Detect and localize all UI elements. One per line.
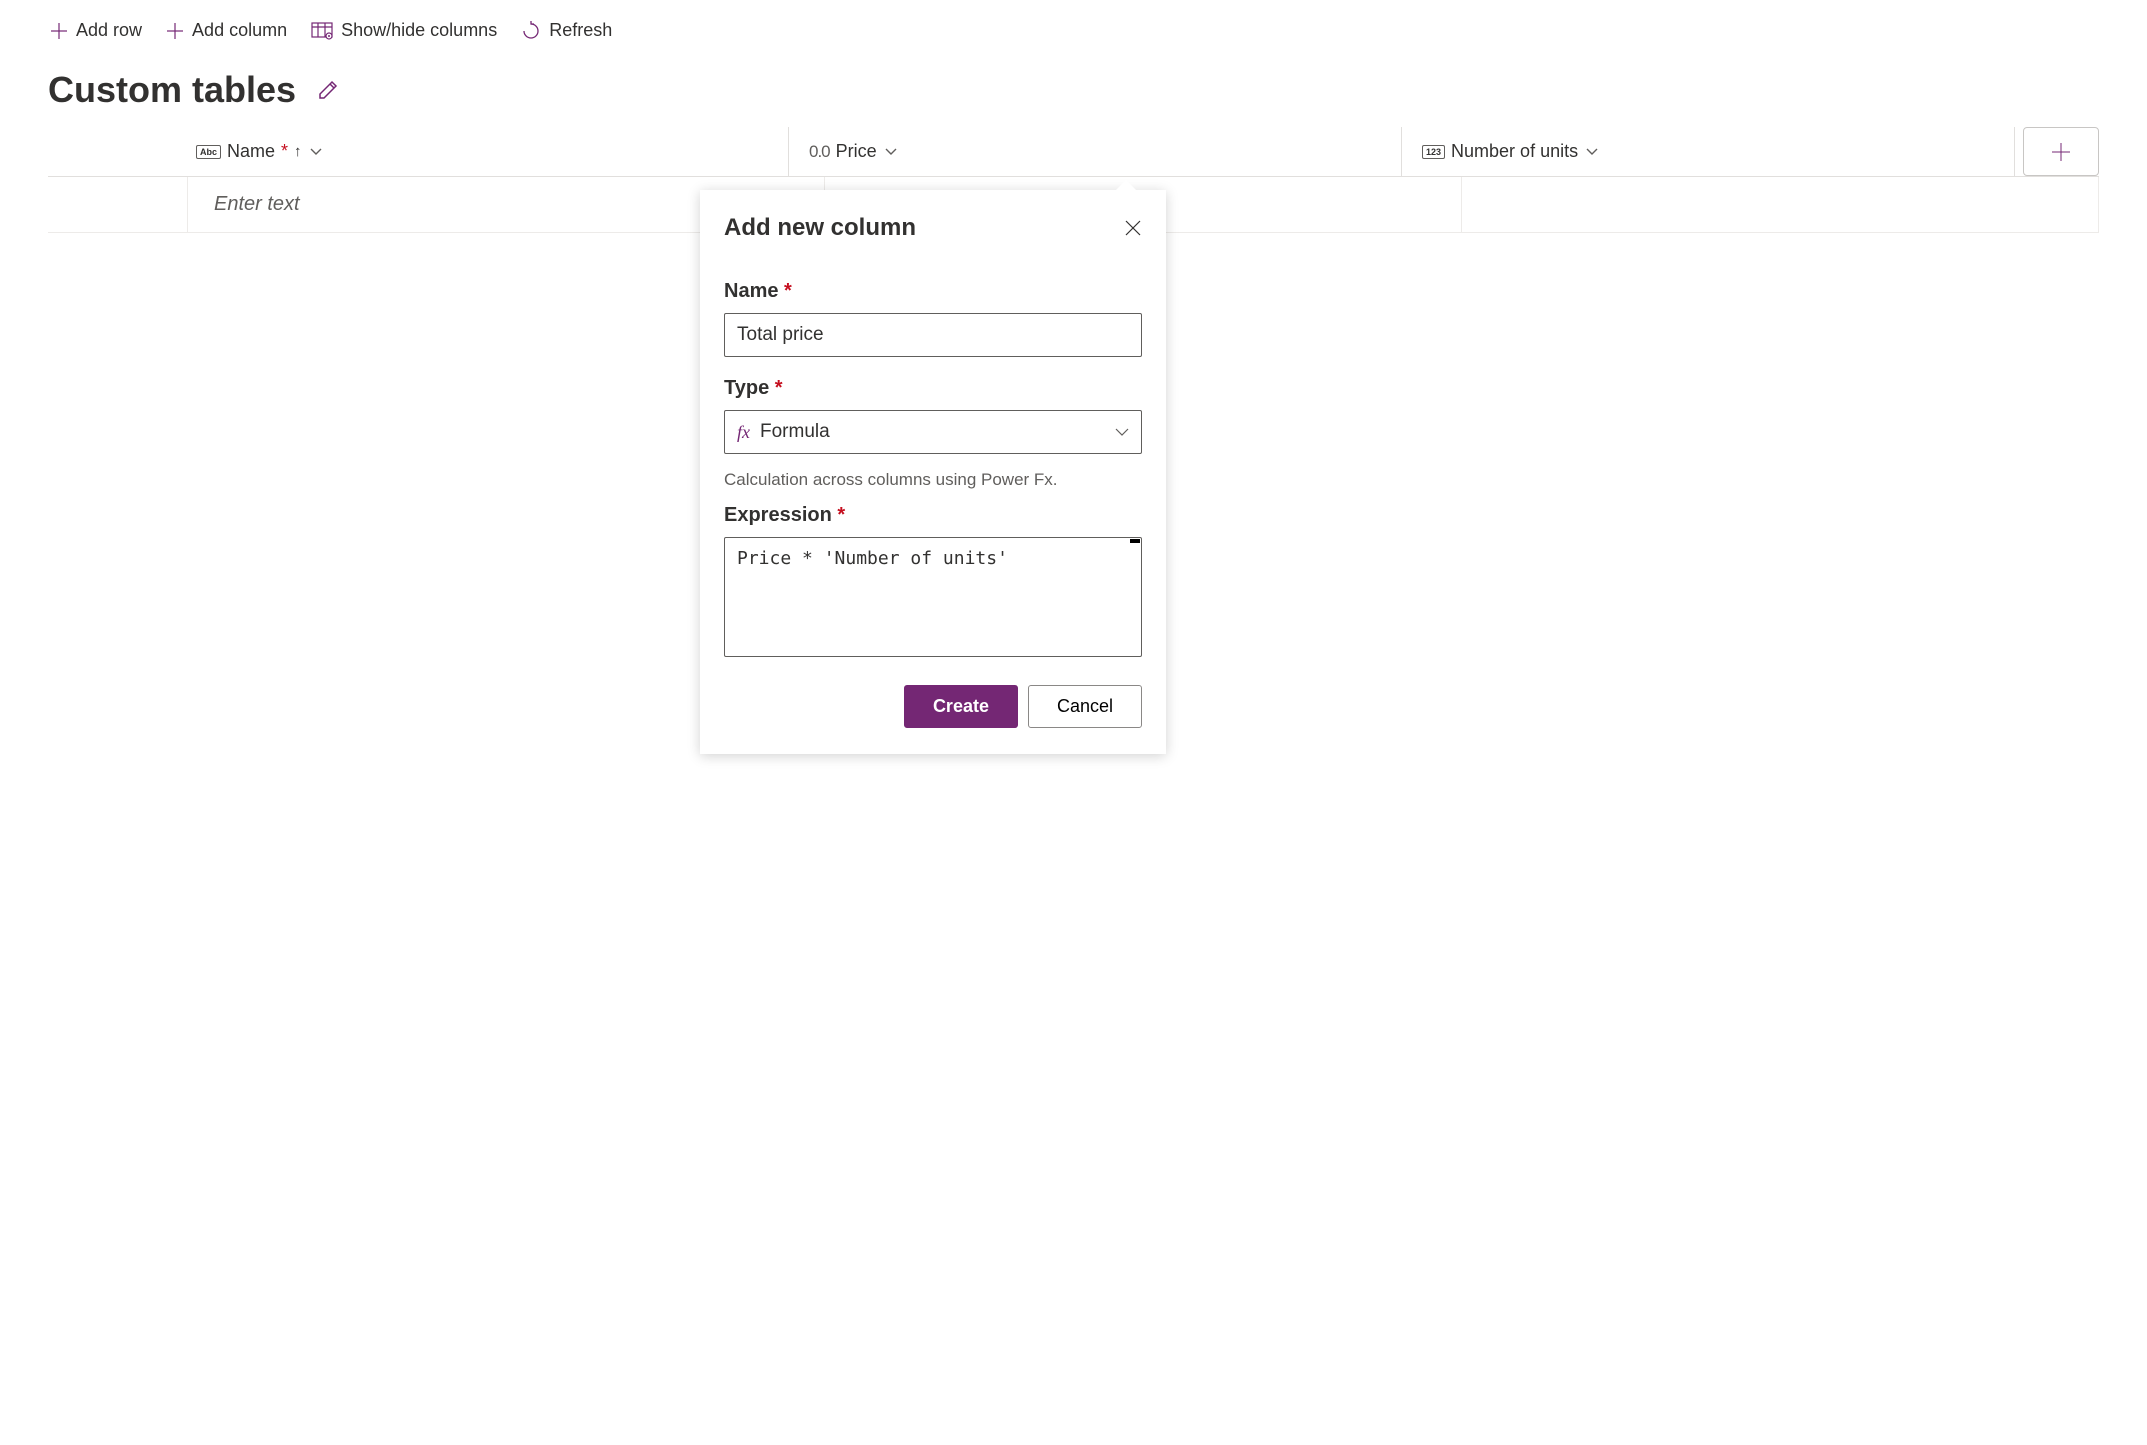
chevron-down-icon[interactable]: [885, 148, 897, 156]
cell-units[interactable]: [1462, 177, 2099, 232]
toolbar: Add row Add column Show/hide columns: [48, 16, 2099, 45]
required-asterisk: *: [837, 504, 845, 526]
column-header-price[interactable]: 0.0 Price: [789, 127, 1402, 176]
expression-label: Expression *: [724, 504, 1142, 527]
name-label: Name *: [724, 280, 1142, 303]
decimal-type-icon: 0.0: [809, 142, 830, 162]
required-asterisk: *: [784, 280, 792, 302]
text-type-icon: Abc: [196, 145, 221, 159]
refresh-button[interactable]: Refresh: [519, 16, 614, 45]
refresh-label: Refresh: [549, 20, 612, 41]
table-header: Abc Name * ↑ 0.0 Price 123 Number of uni…: [48, 127, 2099, 177]
close-button[interactable]: [1124, 219, 1142, 237]
required-asterisk: *: [281, 141, 288, 162]
column-units-label: Number of units: [1451, 141, 1578, 162]
chevron-down-icon[interactable]: [310, 148, 322, 156]
plus-icon: [50, 22, 68, 40]
name-placeholder: Enter text: [214, 193, 300, 216]
expression-input[interactable]: Price * 'Number of units': [724, 537, 1142, 657]
add-column-flyout: Add new column Name * Type * fx For: [700, 190, 1166, 754]
column-price-label: Price: [836, 141, 877, 162]
add-column-button[interactable]: Add column: [164, 16, 289, 45]
refresh-icon: [521, 21, 541, 41]
sort-asc-icon: ↑: [294, 143, 302, 160]
name-input[interactable]: [724, 313, 1142, 357]
show-hide-label: Show/hide columns: [341, 20, 497, 41]
add-column-label: Add column: [192, 20, 287, 41]
close-icon: [1124, 219, 1142, 237]
title-row: Custom tables: [48, 69, 2099, 111]
add-row-label: Add row: [76, 20, 142, 41]
type-helper-text: Calculation across columns using Power F…: [724, 470, 1142, 490]
chevron-down-icon: [1115, 428, 1129, 437]
create-button[interactable]: Create: [904, 685, 1018, 728]
show-hide-columns-button[interactable]: Show/hide columns: [309, 16, 499, 45]
type-select[interactable]: fx Formula: [724, 410, 1142, 454]
flyout-actions: Create Cancel: [724, 685, 1142, 728]
cancel-button[interactable]: Cancel: [1028, 685, 1142, 728]
column-header-name[interactable]: Abc Name * ↑: [188, 127, 789, 176]
columns-icon: [311, 22, 333, 40]
pencil-icon[interactable]: [316, 78, 340, 102]
add-row-button[interactable]: Add row: [48, 16, 144, 45]
number-type-icon: 123: [1422, 145, 1445, 159]
chevron-down-icon[interactable]: [1586, 148, 1598, 156]
flyout-header: Add new column: [724, 214, 1142, 242]
expression-field: Expression * Price * 'Number of units': [724, 504, 1142, 657]
flyout-title: Add new column: [724, 214, 916, 242]
row-handle[interactable]: [48, 177, 188, 232]
type-field: Type * fx Formula: [724, 377, 1142, 454]
plus-icon: [2050, 141, 2072, 163]
name-field: Name *: [724, 280, 1142, 357]
fx-icon: fx: [737, 422, 750, 443]
plus-icon: [166, 22, 184, 40]
column-header-units[interactable]: 123 Number of units: [1402, 127, 2015, 176]
row-handle-header: [48, 127, 188, 176]
scrollbar-handle[interactable]: [1130, 539, 1140, 543]
type-value: Formula: [760, 421, 830, 443]
page-title: Custom tables: [48, 69, 296, 111]
add-column-plus-button[interactable]: [2023, 127, 2099, 176]
column-name-label: Name: [227, 141, 275, 162]
type-label: Type *: [724, 377, 1142, 400]
required-asterisk: *: [775, 377, 783, 399]
